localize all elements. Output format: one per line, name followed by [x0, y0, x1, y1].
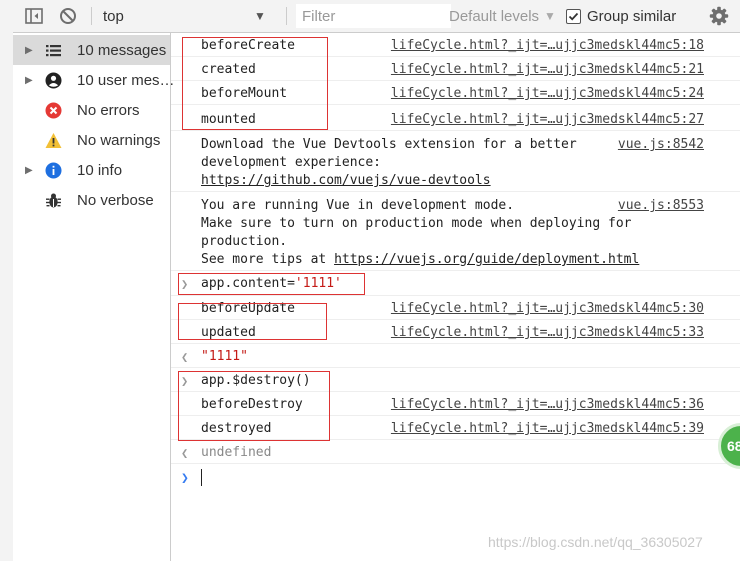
log-source-link[interactable]: lifeCycle.html?_ijt=…ujjc3medskl44mc5:21 [391, 61, 704, 79]
group-similar-toggle[interactable]: Group similar [566, 0, 676, 32]
sidebar-item-verbose[interactable]: No verbose [13, 185, 170, 215]
filter-input[interactable] [296, 4, 451, 28]
console-settings-button[interactable] [709, 0, 729, 32]
log-row: mounted lifeCycle.html?_ijt=…ujjc3medskl… [171, 105, 740, 131]
log-source-link[interactable]: lifeCycle.html?_ijt=…ujjc3medskl44mc5:24 [391, 85, 704, 103]
console-input-row: ❯ app.content='1111' [171, 271, 740, 296]
prompt-chevron-icon: ❯ [181, 471, 189, 486]
log-source-link[interactable]: lifeCycle.html?_ijt=…ujjc3medskl44mc5:36 [391, 396, 704, 414]
sidebar-item-label: No warnings [77, 131, 161, 149]
sidebar-item-label: 10 messages [77, 41, 167, 59]
list-icon [46, 45, 61, 57]
devtools-link[interactable]: https://github.com/vuejs/vue-devtools [201, 173, 491, 188]
sidebar-item-label: No errors [77, 101, 140, 119]
log-levels-dropdown[interactable]: Default levels ▼ [449, 0, 556, 32]
console-result: "1111" [201, 349, 248, 364]
dropdown-arrow-icon: ▼ [254, 9, 266, 23]
sidebar-item-info[interactable]: ▶ 10 info [13, 155, 170, 185]
sidebar-item-label: 10 user mes… [77, 71, 175, 89]
left-panel-edge [0, 0, 14, 561]
console-result-row: ❮ "1111" [171, 344, 740, 368]
deployment-link[interactable]: https://vuejs.org/guide/deployment.html [334, 252, 639, 267]
toolbar-divider [91, 7, 92, 25]
clear-console-button[interactable] [59, 0, 77, 32]
log-source-link[interactable]: lifeCycle.html?_ijt=…ujjc3medskl44mc5:18 [391, 37, 704, 55]
log-row: beforeUpdate lifeCycle.html?_ijt=…ujjc3m… [171, 296, 740, 320]
log-message: created [201, 62, 256, 77]
console-command: app.content='1111' [201, 276, 342, 291]
console-command: app.$destroy() [201, 373, 311, 388]
checkmark-icon [568, 12, 579, 20]
log-row: beforeCreate lifeCycle.html?_ijt=…ujjc3m… [171, 33, 740, 57]
log-row: beforeDestroy lifeCycle.html?_ijt=…ujjc3… [171, 392, 740, 416]
expand-arrow-icon[interactable]: ▶ [25, 45, 33, 56]
log-message: beforeMount [201, 86, 288, 101]
log-row: updated lifeCycle.html?_ijt=…ujjc3medskl… [171, 320, 740, 344]
expand-arrow-icon[interactable]: ▶ [25, 75, 33, 86]
toolbar-divider [286, 7, 287, 25]
log-row: beforeMount lifeCycle.html?_ijt=…ujjc3me… [171, 81, 740, 105]
log-source-link[interactable]: lifeCycle.html?_ijt=…ujjc3medskl44mc5:39 [391, 420, 704, 438]
sidebar-item-label: 10 info [77, 161, 123, 179]
log-row: created lifeCycle.html?_ijt=…ujjc3medskl… [171, 57, 740, 81]
log-row: You are running Vue in development mode.… [171, 192, 740, 271]
sidebar-item-errors[interactable]: No errors [13, 95, 170, 125]
group-similar-checkbox[interactable] [566, 8, 581, 24]
input-chevron-icon: ❯ [181, 374, 189, 388]
log-row: destroyed lifeCycle.html?_ijt=…ujjc3meds… [171, 416, 740, 440]
context-selector[interactable]: top ▼ [103, 0, 270, 32]
context-label: top [103, 7, 124, 25]
log-message: updated [201, 325, 256, 340]
console-sidebar: ▶ 10 messages ▶ 10 user mes… No errors N… [13, 33, 175, 561]
info-icon [45, 162, 62, 179]
log-message: beforeCreate [201, 38, 295, 53]
dropdown-arrow-icon: ▼ [544, 9, 556, 23]
input-chevron-icon: ❯ [181, 277, 189, 291]
expand-arrow-icon[interactable]: ▶ [25, 165, 33, 176]
console-input-row: ❯ app.$destroy() [171, 368, 740, 392]
user-icon [45, 72, 62, 89]
console-output: beforeCreate lifeCycle.html?_ijt=…ujjc3m… [171, 33, 740, 561]
error-icon [45, 102, 62, 119]
log-message: destroyed [201, 421, 272, 436]
log-message: You are running Vue in development mode.… [201, 198, 640, 267]
group-similar-label: Group similar [587, 7, 677, 25]
result-arrow-icon: ❮ [181, 350, 189, 364]
log-source-link[interactable]: lifeCycle.html?_ijt=…ujjc3medskl44mc5:33 [391, 324, 704, 342]
sidebar-item-user-messages[interactable]: ▶ 10 user mes… [13, 65, 175, 95]
console-toolbar: top ▼ Default levels ▼ Group similar [13, 0, 740, 33]
console-result: undefined [201, 445, 272, 460]
log-source-link[interactable]: vue.js:8542 [618, 136, 704, 154]
log-row: Download the Vue Devtools extension for … [171, 131, 740, 192]
log-message: beforeDestroy [201, 397, 303, 412]
log-levels-label: Default levels [449, 7, 540, 25]
log-source-link[interactable]: lifeCycle.html?_ijt=…ujjc3medskl44mc5:27 [391, 111, 704, 129]
warning-icon [45, 133, 62, 148]
log-source-link[interactable]: vue.js:8553 [618, 197, 704, 215]
sidebar-item-messages[interactable]: ▶ 10 messages [13, 35, 170, 65]
result-arrow-icon: ❮ [181, 446, 189, 460]
watermark: https://blog.csdn.net/qq_36305027 [488, 534, 703, 550]
log-message: beforeUpdate [201, 301, 295, 316]
sidebar-item-label: No verbose [77, 191, 154, 209]
block-icon [60, 8, 76, 24]
console-result-row: ❮ undefined [171, 440, 740, 464]
gear-icon [709, 6, 729, 26]
toggle-sidebar-button[interactable] [25, 0, 43, 32]
log-message: Download the Vue Devtools extension for … [201, 137, 577, 188]
sidebar-item-warnings[interactable]: No warnings [13, 125, 170, 155]
bug-icon [46, 193, 61, 208]
sidebar-toggle-icon [25, 8, 43, 24]
log-source-link[interactable]: lifeCycle.html?_ijt=…ujjc3medskl44mc5:30 [391, 300, 704, 318]
log-message: mounted [201, 112, 256, 127]
console-prompt-input[interactable] [201, 469, 202, 486]
